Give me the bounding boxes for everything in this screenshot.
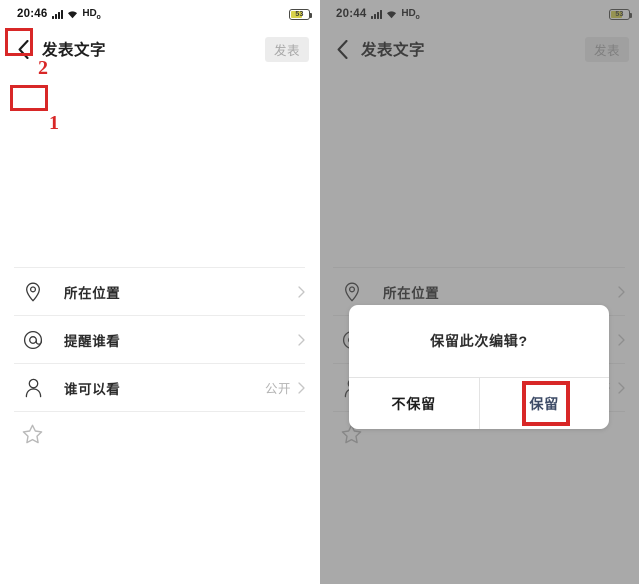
- annotation-number-1: 1: [49, 112, 59, 134]
- left-phone-screen: 20:46 HDo 53 发表文字 发表 所在位置 提醒谁看 谁可以看 公开 2…: [0, 0, 319, 584]
- options-list: 所在位置 提醒谁看: [0, 267, 319, 457]
- battery-level-label: 53: [615, 11, 624, 18]
- dialog-title: 保留此次编辑?: [430, 333, 528, 349]
- star-outline-icon[interactable]: [22, 424, 43, 445]
- dialog-title-area: 保留此次编辑?: [349, 305, 609, 377]
- back-chevron-icon[interactable]: [331, 36, 353, 62]
- location-pin-icon: [341, 281, 363, 303]
- status-icons: HDo: [52, 7, 101, 21]
- chevron-right-icon: [618, 285, 625, 298]
- dialog-actions: 不保留 保留: [349, 378, 609, 429]
- signal-bars-icon: [371, 9, 383, 19]
- list-item-label: 所在位置: [64, 285, 121, 301]
- annotation-number-2: 2: [38, 57, 48, 79]
- list-item-value: 公开: [264, 382, 291, 396]
- chevron-right-icon: [298, 381, 305, 394]
- status-icons: HDo: [371, 7, 420, 21]
- compose-text-area[interactable]: [319, 70, 639, 267]
- chevron-right-icon: [618, 333, 625, 346]
- favorite-row[interactable]: [0, 412, 319, 457]
- list-item[interactable]: 所在位置: [0, 268, 319, 315]
- status-time: 20:46: [17, 8, 48, 20]
- discard-button[interactable]: 不保留: [349, 378, 479, 429]
- person-icon: [22, 377, 44, 399]
- list-item-label: 提醒谁看: [64, 333, 121, 349]
- wifi-icon: [67, 10, 78, 19]
- network-type-label: HDo: [82, 7, 101, 21]
- battery-level-label: 53: [295, 11, 304, 18]
- keep-edit-dialog: 保留此次编辑? 不保留 保留: [349, 305, 609, 429]
- page-title: 发表文字: [361, 42, 426, 59]
- location-pin-icon: [22, 281, 44, 303]
- annotation-box-compose-field: [10, 85, 48, 111]
- chevron-right-icon: [298, 285, 305, 298]
- annotation-box-keep-button: [522, 381, 570, 426]
- nav-bar: 发表文字 发表: [319, 28, 639, 70]
- annotation-box-back-button: [5, 28, 33, 56]
- battery-icon: 53: [289, 8, 312, 20]
- list-item-label: 谁可以看: [64, 381, 121, 397]
- chevron-right-icon: [618, 381, 625, 394]
- page-title: 发表文字: [42, 42, 107, 59]
- chevron-right-icon: [298, 333, 305, 346]
- signal-bars-icon: [52, 9, 64, 19]
- wifi-icon: [386, 10, 397, 19]
- status-bar: 20:46 HDo 53: [0, 0, 319, 28]
- publish-button[interactable]: 发表: [585, 36, 629, 62]
- list-item[interactable]: 谁可以看 公开: [0, 364, 319, 411]
- status-time: 20:44: [336, 8, 367, 20]
- network-type-label: HDo: [401, 7, 420, 21]
- panel-separator: [318, 0, 320, 584]
- at-mention-icon: [22, 329, 44, 351]
- right-phone-screen: 20:44 HDo 53 发表文字 发表 所在位置 保留此次编辑? 不保留 保留: [319, 0, 639, 584]
- list-item[interactable]: 提醒谁看: [0, 316, 319, 363]
- battery-icon: 53: [609, 8, 632, 20]
- publish-button[interactable]: 发表: [265, 36, 309, 62]
- status-bar: 20:44 HDo 53: [319, 0, 639, 28]
- screenshot-root: 20:46 HDo 53 发表文字 发表 所在位置 提醒谁看 谁可以看 公开 2…: [0, 0, 639, 584]
- list-item-label: 所在位置: [383, 285, 440, 301]
